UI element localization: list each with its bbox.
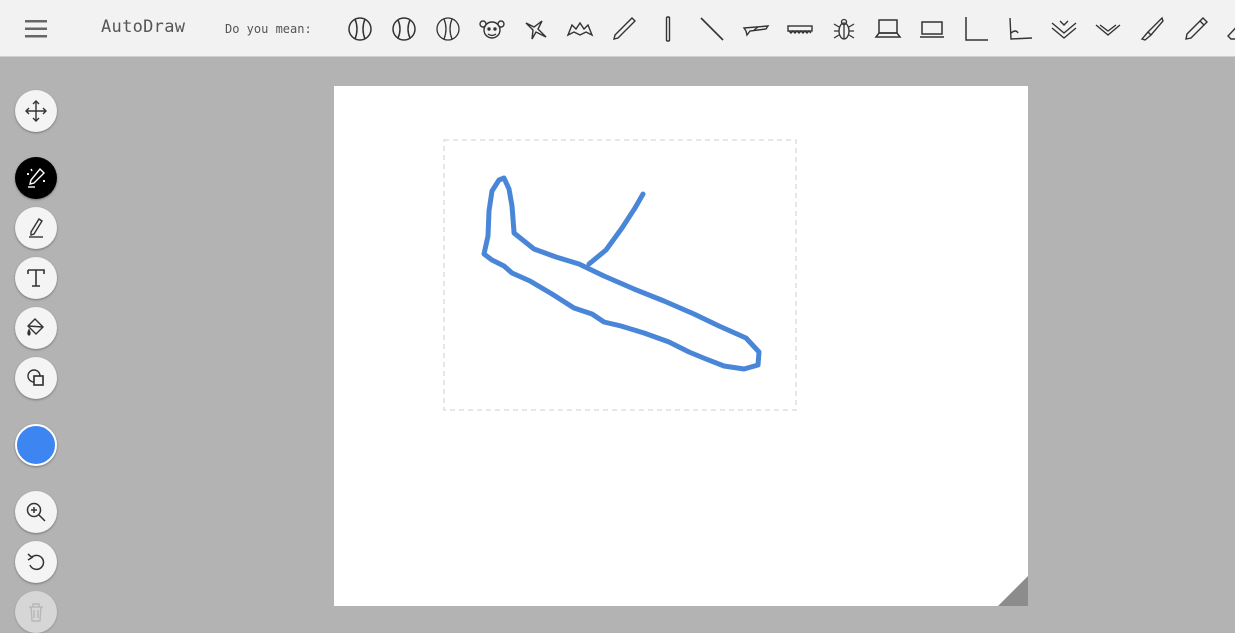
laptop-icon — [874, 19, 902, 38]
fill-tool-button[interactable] — [15, 307, 57, 349]
pen-icon — [1185, 17, 1208, 40]
drawing-canvas[interactable] — [334, 86, 1028, 606]
left-toolbar — [0, 57, 75, 633]
laptop-icon — [920, 21, 944, 38]
delete-icon — [29, 603, 43, 622]
suggestion-hummingbird[interactable] — [514, 12, 558, 46]
chevron-shape-icon — [1051, 20, 1077, 39]
airplane-icon — [742, 25, 770, 37]
autodraw-tool-button[interactable] — [15, 157, 57, 199]
suggestion-monkey[interactable] — [470, 12, 514, 46]
suggestion-label: Do you mean: — [225, 22, 312, 36]
beetle-icon — [833, 18, 855, 40]
stick-icon — [665, 16, 671, 42]
suggestion-chevron-2[interactable] — [1086, 12, 1130, 46]
page-corner-icon[interactable] — [998, 576, 1028, 606]
suggestion-airplane[interactable] — [734, 12, 778, 46]
zoom-button[interactable] — [15, 491, 57, 533]
shape-icon — [27, 369, 44, 386]
suggestion-beetle[interactable] — [822, 12, 866, 46]
baseball-icon — [392, 17, 416, 41]
fill-icon — [27, 318, 44, 336]
autodraw-magic-icon — [27, 167, 45, 188]
suggestion-bat[interactable] — [558, 12, 602, 46]
eraser-icon — [1227, 27, 1235, 40]
suggestion-laptop-1[interactable] — [866, 12, 910, 46]
move-icon — [25, 100, 47, 122]
suggestion-eraser[interactable] — [1218, 12, 1235, 46]
suggestion-saw[interactable] — [778, 12, 822, 46]
suggestion-ruler-corner-2[interactable] — [998, 12, 1042, 46]
suggestion-pen[interactable] — [1174, 12, 1218, 46]
line-icon — [700, 17, 724, 41]
ruler-corner-icon — [1009, 17, 1033, 40]
suggestion-laptop-2[interactable] — [910, 12, 954, 46]
draw-tool-button[interactable] — [15, 207, 57, 249]
shape-tool-button[interactable] — [15, 357, 57, 399]
ruler-corner-icon — [965, 17, 988, 41]
suggestion-ruler-corner-1[interactable] — [954, 12, 998, 46]
baseball-icon — [436, 17, 460, 41]
monkey-face-icon — [479, 20, 505, 39]
delete-button[interactable] — [15, 591, 57, 633]
suggestion-list — [338, 12, 1235, 46]
undo-button[interactable] — [15, 541, 57, 583]
hummingbird-icon — [525, 20, 547, 40]
undo-icon — [27, 553, 45, 571]
chevron-shape-icon — [1095, 24, 1121, 36]
hamburger-menu-icon[interactable] — [22, 17, 50, 41]
drawn-stroke — [481, 175, 762, 372]
suggestion-baseball-2[interactable] — [382, 12, 426, 46]
knife-icon — [1140, 16, 1164, 41]
suggestion-line[interactable] — [690, 12, 734, 46]
suggestion-stick[interactable] — [646, 12, 690, 46]
suggestion-chevron-1[interactable] — [1042, 12, 1086, 46]
move-tool-button[interactable] — [15, 90, 57, 132]
suggestion-baseball-3[interactable] — [426, 12, 470, 46]
type-tool-button[interactable] — [15, 257, 57, 299]
suggestion-knife[interactable] — [1130, 12, 1174, 46]
zoom-in-icon — [26, 502, 46, 522]
color-picker-button[interactable] — [15, 424, 57, 466]
app-title: AutoDraw — [101, 17, 186, 37]
suggestion-pencil[interactable] — [602, 12, 646, 46]
suggestion-baseball-1[interactable] — [338, 12, 382, 46]
bat-icon — [566, 21, 594, 37]
draw-icon — [29, 218, 43, 238]
canvas-drawing-layer — [443, 139, 797, 411]
baseball-icon — [348, 17, 372, 41]
top-bar: AutoDraw Do you mean: — [0, 0, 1235, 57]
pencil-icon — [613, 17, 636, 40]
saw-icon — [787, 25, 813, 34]
type-icon — [27, 269, 45, 287]
